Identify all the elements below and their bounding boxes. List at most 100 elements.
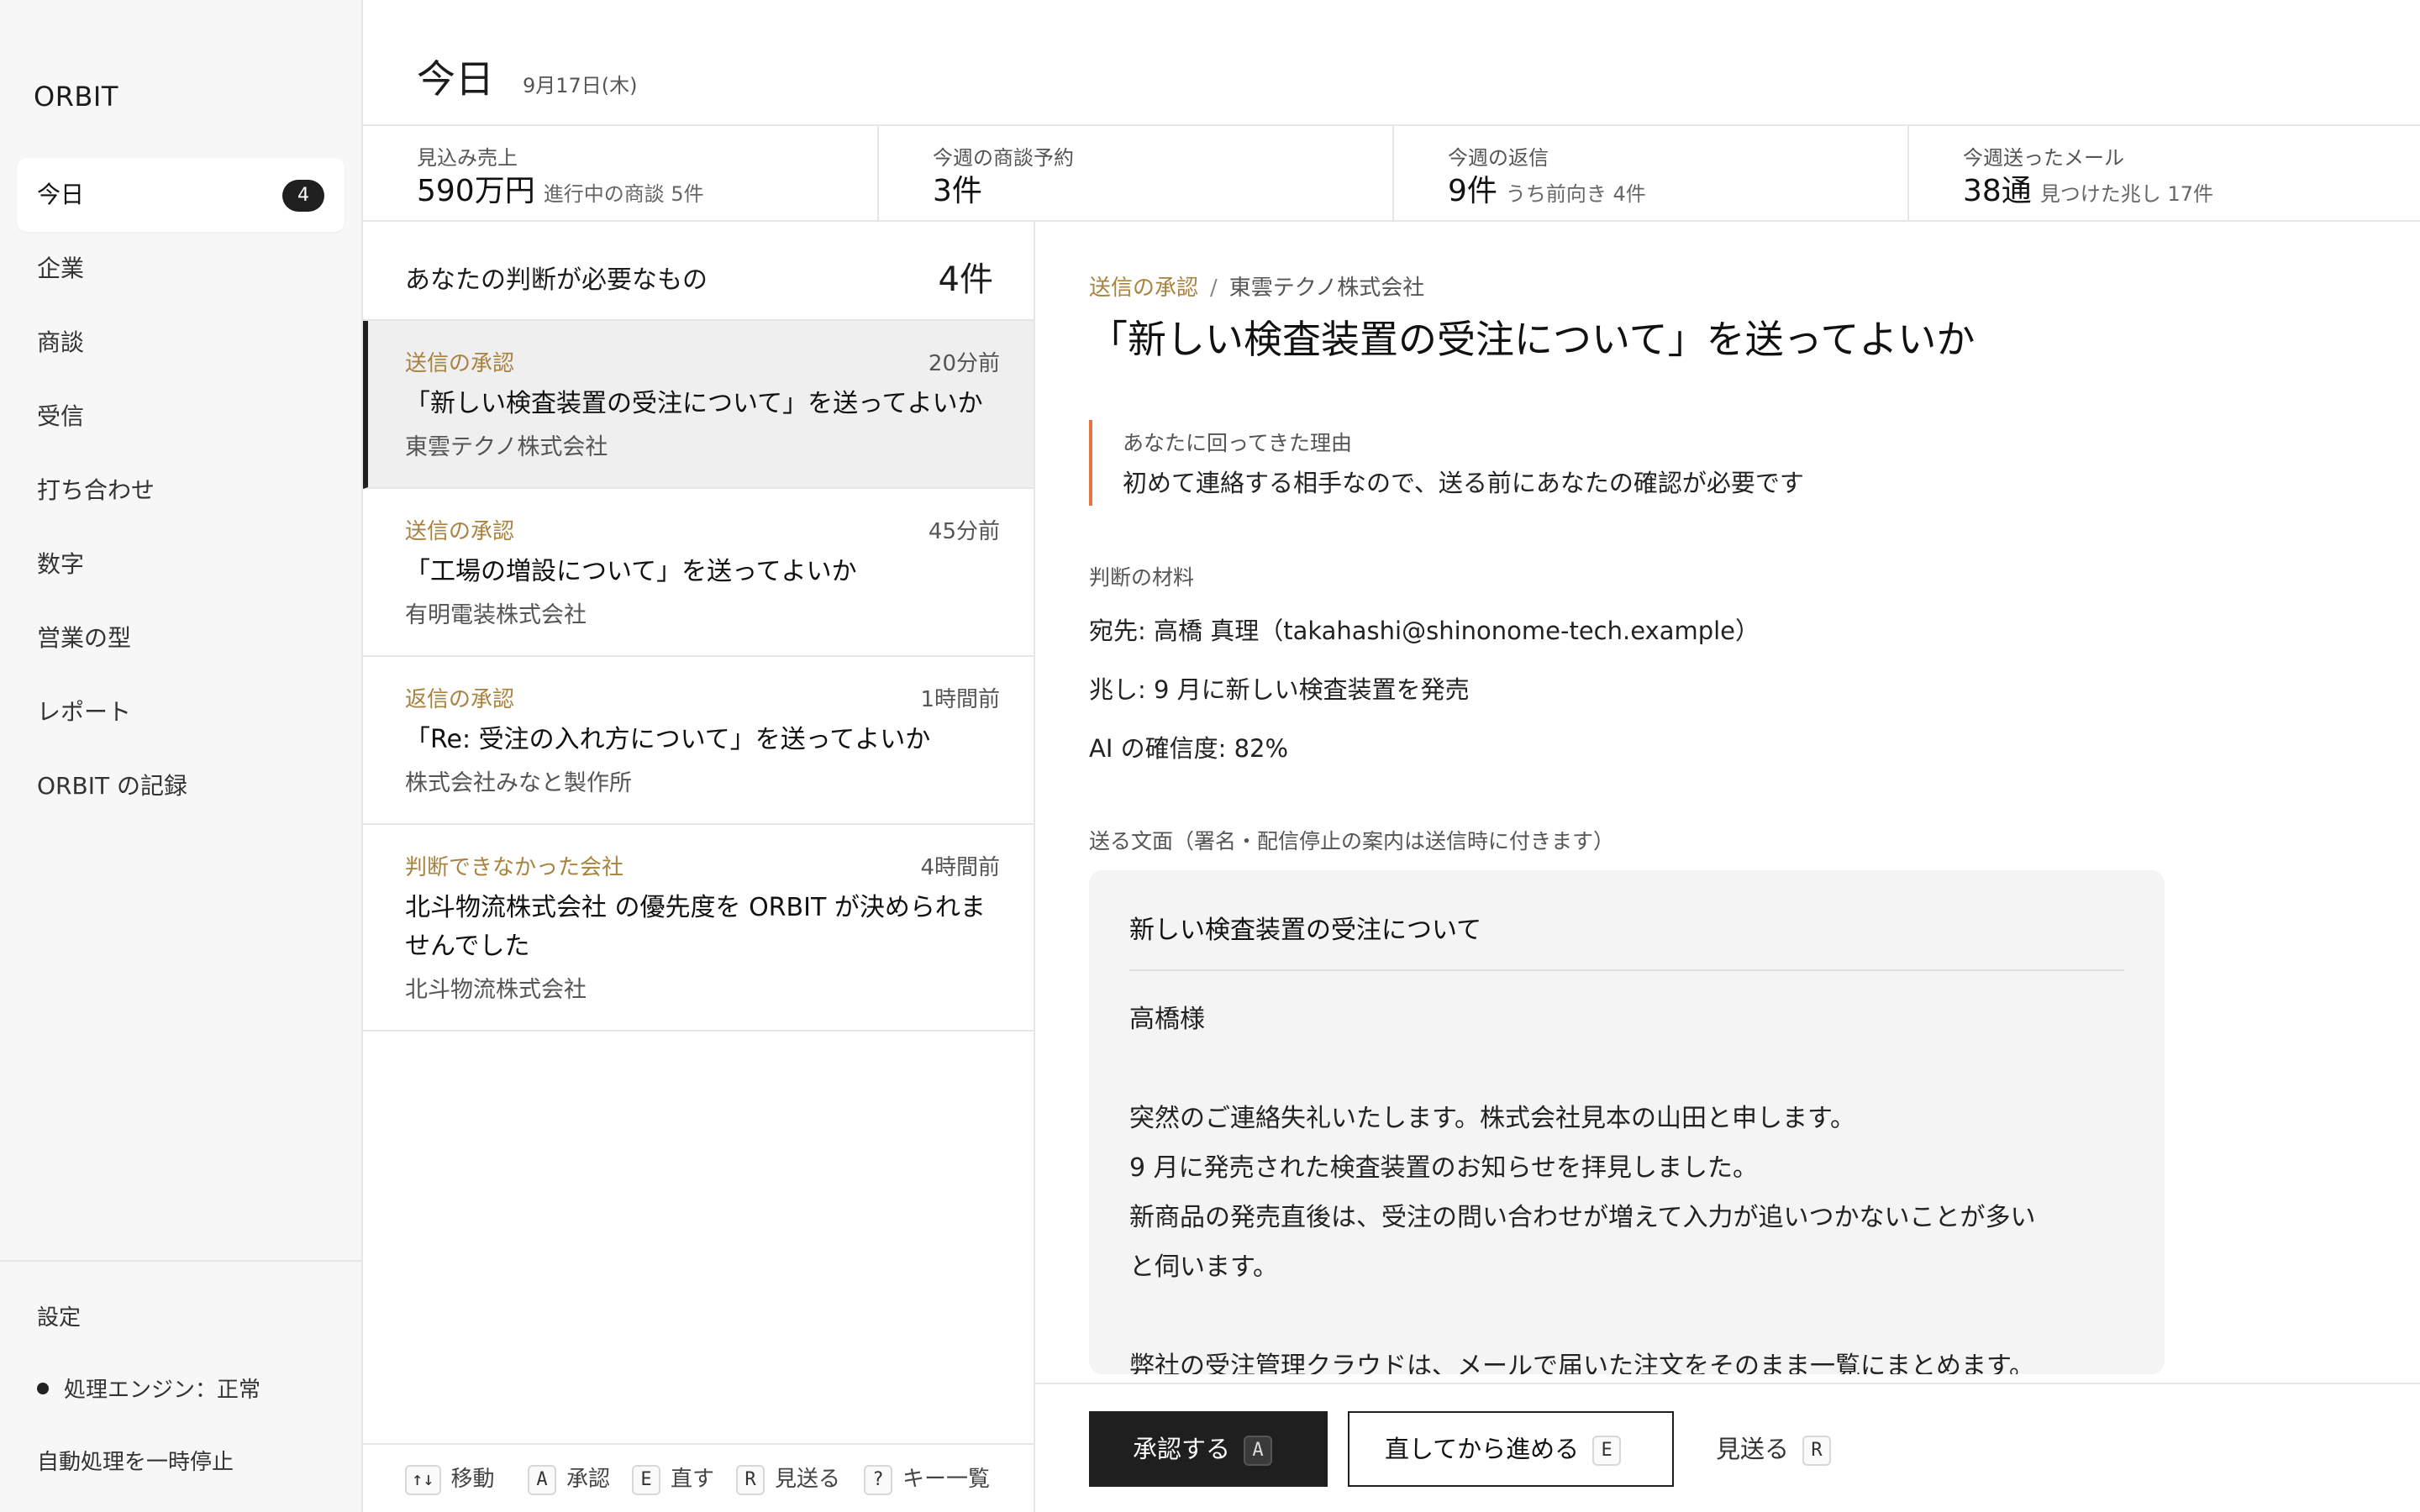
sidebar-item-label: 商談 xyxy=(37,328,85,356)
draft-line: 9 月に発売された検査装置のお知らせを拝見しました。 xyxy=(1129,1153,1759,1183)
sidebar-item-label: 営業の型 xyxy=(37,624,132,652)
sidebar-item-playbooks[interactable]: 営業の型 xyxy=(17,601,345,675)
shortcut-label: 直す xyxy=(671,1467,715,1492)
sidebar-item-today[interactable]: 今日 4 xyxy=(17,158,345,232)
shortcut-hint: R 見送る xyxy=(736,1462,840,1495)
keycap: ↑↓ xyxy=(405,1464,441,1495)
queue-item-category: 判断できなかった会社 xyxy=(405,855,624,880)
draft-subject: 新しい検査装置の受注について xyxy=(1129,916,1482,945)
sidebar-item-label: 企業 xyxy=(37,255,85,282)
sidebar-item-orbit-log[interactable]: ORBIT の記録 xyxy=(17,749,345,823)
skip-button-label: 見送る xyxy=(1716,1435,1790,1463)
edit-button-label: 直してから進める xyxy=(1385,1435,1580,1463)
stat-emails-sent: 今週送ったメール 38通 見つけた兆し 17件 xyxy=(1909,126,2420,220)
count-badge: 4 xyxy=(282,180,324,212)
keycap: A xyxy=(528,1464,556,1495)
queue-item[interactable]: 返信の承認 1時間前 「Re: 受注の入れ方について」を送ってよいか 株式会社み… xyxy=(363,657,1034,825)
app-logo: ORBIT xyxy=(34,81,118,113)
stat-value: 3件 xyxy=(933,174,982,208)
keycap: R xyxy=(1802,1436,1832,1466)
engine-status: 処理エンジン：正常 xyxy=(37,1373,260,1404)
stat-sub: 見つけた兆し 17件 xyxy=(2039,182,2213,206)
queue-item-category: 送信の承認 xyxy=(405,519,515,544)
shortcut-hint: ? キー一覧 xyxy=(864,1462,990,1495)
draft-line: 突然のご連絡失礼いたします。株式会社見本の山田と申します。 xyxy=(1129,1104,1855,1133)
page-date: 9月17日(木) xyxy=(523,74,638,97)
keycap: E xyxy=(1592,1436,1622,1466)
edit-then-proceed-button[interactable]: 直してから進める E xyxy=(1348,1411,1674,1487)
action-bar: 承認する A 直してから進める E 見送る R xyxy=(1035,1383,2420,1512)
queue-item-title: 「Re: 受注の入れ方について」を送ってよいか xyxy=(405,725,931,754)
keyboard-shortcuts-bar: ↑↓ 移動 A 承認 E 直す R 見送る ? キー一覧 xyxy=(363,1443,1034,1512)
shortcut-hint: ↑↓ 移動 xyxy=(405,1462,495,1495)
stat-value: 38通 xyxy=(1963,174,2032,208)
queue-item-company: 東雲テクノ株式会社 xyxy=(405,434,608,460)
queue-item-company: 北斗物流株式会社 xyxy=(405,977,587,1003)
reason-label: あなたに回ってきた理由 xyxy=(1123,431,1353,455)
queue-item[interactable]: 送信の承認 45分前 「工場の増設について」を送ってよいか 有明電装株式会社 xyxy=(363,489,1034,657)
email-draft[interactable]: 新しい検査装置の受注について 高橋様 突然のご連絡失礼いたします。株式会社見本の… xyxy=(1089,870,2165,1374)
queue-item-title: 北斗物流株式会社 の優先度を ORBIT が決められませんでした xyxy=(405,893,986,961)
detail-title: 「新しい検査装置の受注について」を送ってよいか xyxy=(1089,317,1975,362)
stat-value: 9件 xyxy=(1448,174,1497,208)
queue-item-company: 有明電装株式会社 xyxy=(405,602,587,628)
sidebar-item-inbox[interactable]: 受信 xyxy=(17,380,345,454)
sidebar-item-label: 今日 xyxy=(37,181,85,208)
divider xyxy=(1129,969,2124,971)
sidebar-item-label: 受信 xyxy=(37,402,85,430)
sidebar-item-deals[interactable]: 商談 xyxy=(17,306,345,380)
queue-item-title: 「新しい検査装置の受注について」を送ってよいか xyxy=(405,389,983,418)
sidebar-item-label: ORBIT の記録 xyxy=(37,772,187,800)
approve-button-label: 承認する xyxy=(1133,1435,1231,1463)
sidebar-nav: 今日 4 企業 商談 受信 打ち合わせ 数字 営業の型 レポート ORBIT の… xyxy=(17,158,345,823)
sidebar-item-label: レポート xyxy=(37,698,132,726)
skip-button[interactable]: 見送る R xyxy=(1714,1411,1833,1487)
reason-callout: あなたに回ってきた理由 初めて連絡する相手なので、送る前にあなたの確認が必要です xyxy=(1089,420,2097,506)
sidebar-item-label: 数字 xyxy=(37,550,85,578)
sidebar-item-numbers[interactable]: 数字 xyxy=(17,528,345,601)
stat-meetings: 今週の商談予約 3件 xyxy=(879,126,1394,220)
queue-header: あなたの判断が必要なもの 4件 xyxy=(363,222,1034,321)
shortcut-label: 見送る xyxy=(775,1467,841,1492)
sidebar-footer: 設定 処理エンジン：正常 自動処理を一時停止 xyxy=(0,1260,361,1475)
decision-queue: あなたの判断が必要なもの 4件 送信の承認 20分前 「新しい検査装置の受注につ… xyxy=(363,222,1035,1512)
queue-item-category: 送信の承認 xyxy=(405,351,515,376)
queue-item-time: 4時間前 xyxy=(920,855,1000,880)
materials-label: 判断の材料 xyxy=(1089,565,1195,590)
draft-line: と伺います。 xyxy=(1129,1252,1278,1282)
keycap: A xyxy=(1244,1436,1273,1466)
pause-automation-button[interactable]: 自動処理を一時停止 xyxy=(37,1445,234,1476)
draft-line: 新商品の発売直後は、受注の問い合わせが増えて入力が追いつかないことが多い xyxy=(1129,1203,2036,1232)
queue-title: あなたの判断が必要なもの xyxy=(405,265,708,295)
draft-line xyxy=(1129,1292,2129,1341)
queue-count: 4件 xyxy=(938,260,993,299)
breadcrumb-separator: / xyxy=(1210,276,1218,301)
draft-line xyxy=(1129,1044,2129,1094)
keycap: ? xyxy=(864,1464,892,1495)
confidence-line: AI の確信度: 82% xyxy=(1089,734,1289,763)
recipient-line: 宛先: 高橋 真理（takahashi@shinonome-tech.examp… xyxy=(1089,617,1760,645)
settings-link[interactable]: 設定 xyxy=(37,1300,81,1331)
draft-line: 弊社の受注管理クラウドは、メールで届いた注文をそのまま一覧にまとめます。 xyxy=(1129,1352,2034,1374)
sidebar: ORBIT 今日 4 企業 商談 受信 打ち合わせ 数字 営業の型 レポート O… xyxy=(0,0,363,1512)
keycap: E xyxy=(632,1464,660,1495)
sidebar-item-reports[interactable]: レポート xyxy=(17,675,345,749)
breadcrumb-category[interactable]: 送信の承認 xyxy=(1089,276,1198,301)
sidebar-item-companies[interactable]: 企業 xyxy=(17,232,345,306)
queue-item-time: 45分前 xyxy=(928,519,1000,544)
draft-label: 送る文面（署名・配信停止の案内は送信時に付きます） xyxy=(1089,829,1615,853)
page-header: 今日 9月17日(木) xyxy=(363,0,2420,126)
stats-bar: 見込み売上 590万円 進行中の商談 5件 今週の商談予約 3件 今週の返信 9件… xyxy=(363,126,2420,222)
sidebar-item-meetings[interactable]: 打ち合わせ xyxy=(17,454,345,528)
breadcrumb-company[interactable]: 東雲テクノ株式会社 xyxy=(1229,276,1424,301)
approve-button[interactable]: 承認する A xyxy=(1089,1411,1328,1487)
signal-line: 兆し: 9 月に新しい検査装置を発売 xyxy=(1089,675,1470,704)
stat-sub: 進行中の商談 5件 xyxy=(543,182,704,206)
queue-item[interactable]: 送信の承認 20分前 「新しい検査装置の受注について」を送ってよいか 東雲テクノ… xyxy=(363,321,1034,489)
queue-item-time: 1時間前 xyxy=(920,687,1000,712)
shortcut-label: 承認 xyxy=(566,1467,611,1492)
shortcut-hint: E 直す xyxy=(632,1462,714,1495)
queue-item[interactable]: 判断できなかった会社 4時間前 北斗物流株式会社 の優先度を ORBIT が決め… xyxy=(363,825,1034,1032)
stat-value: 590万円 xyxy=(417,174,535,208)
queue-item-company: 株式会社みなと製作所 xyxy=(405,770,632,796)
